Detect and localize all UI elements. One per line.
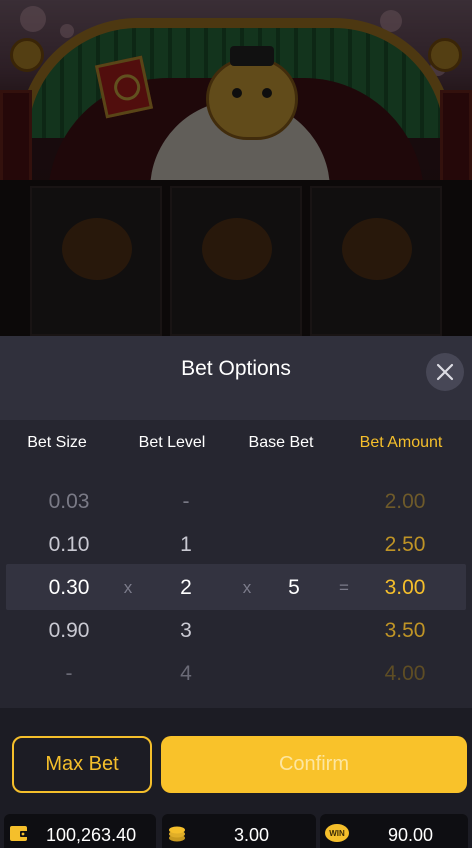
win-badge-icon: WIN [325,824,349,842]
bet-options-panel: Bet Options Bet Size Bet Level Base Bet … [0,336,472,848]
bet-level-option[interactable]: 3 [136,619,236,643]
selected-bet-level[interactable]: 2 [136,576,236,600]
header-base-bet: Base Bet [248,434,314,451]
column-headers: Bet Size Bet Level Base Bet Bet Amount [0,420,472,466]
bet-amount-option[interactable]: 2.50 [355,533,455,557]
bet-selector-wheel[interactable]: 0.03 - 2.00 0.10 1 2.50 0.30 x 2 x 5 = 3… [0,478,472,698]
bet-size-option[interactable]: - [19,662,119,686]
bet-size-option[interactable]: 0.03 [19,490,119,514]
close-button[interactable] [426,353,464,391]
header-bet-level: Bet Level [138,434,206,451]
win-badge-text: WIN [329,829,345,838]
confirm-button[interactable]: Confirm [161,736,467,793]
balance-panel: 100,263.40 [4,814,156,848]
wallet-icon [10,826,28,841]
bet-value: 3.00 [234,825,270,845]
close-icon [436,363,454,381]
selected-bet-amount[interactable]: 3.00 [355,576,455,600]
coins-icon [169,826,185,842]
bet-size-option[interactable]: 0.10 [19,533,119,557]
bet-level-option[interactable]: 1 [136,533,236,557]
bet-level-option[interactable]: 4 [136,662,236,686]
equals-operator: = [339,578,349,597]
bet-amount-option[interactable]: 4.00 [355,662,455,686]
base-bet-value: 5 [288,576,300,599]
modal-backdrop[interactable] [0,0,472,336]
game-scene [0,0,472,336]
bet-level-option[interactable]: - [136,490,236,514]
panel-title: Bet Options [181,357,291,380]
panel-header: Bet Options [0,336,472,420]
header-bet-size: Bet Size [27,434,87,451]
bet-size-option[interactable]: 0.90 [19,619,119,643]
win-panel: WIN 90.00 [320,814,468,848]
bet-amount-option[interactable]: 3.50 [355,619,455,643]
selected-bet-size[interactable]: 0.30 [19,576,119,600]
bet-amount-option[interactable]: 2.00 [355,490,455,514]
max-bet-button[interactable]: Max Bet [12,736,152,793]
win-value: 90.00 [388,825,434,845]
balance-value: 100,263.40 [46,825,137,845]
bet-panel: 3.00 [162,814,316,848]
multiply-operator: x [123,578,133,597]
header-bet-amount: Bet Amount [359,434,443,451]
